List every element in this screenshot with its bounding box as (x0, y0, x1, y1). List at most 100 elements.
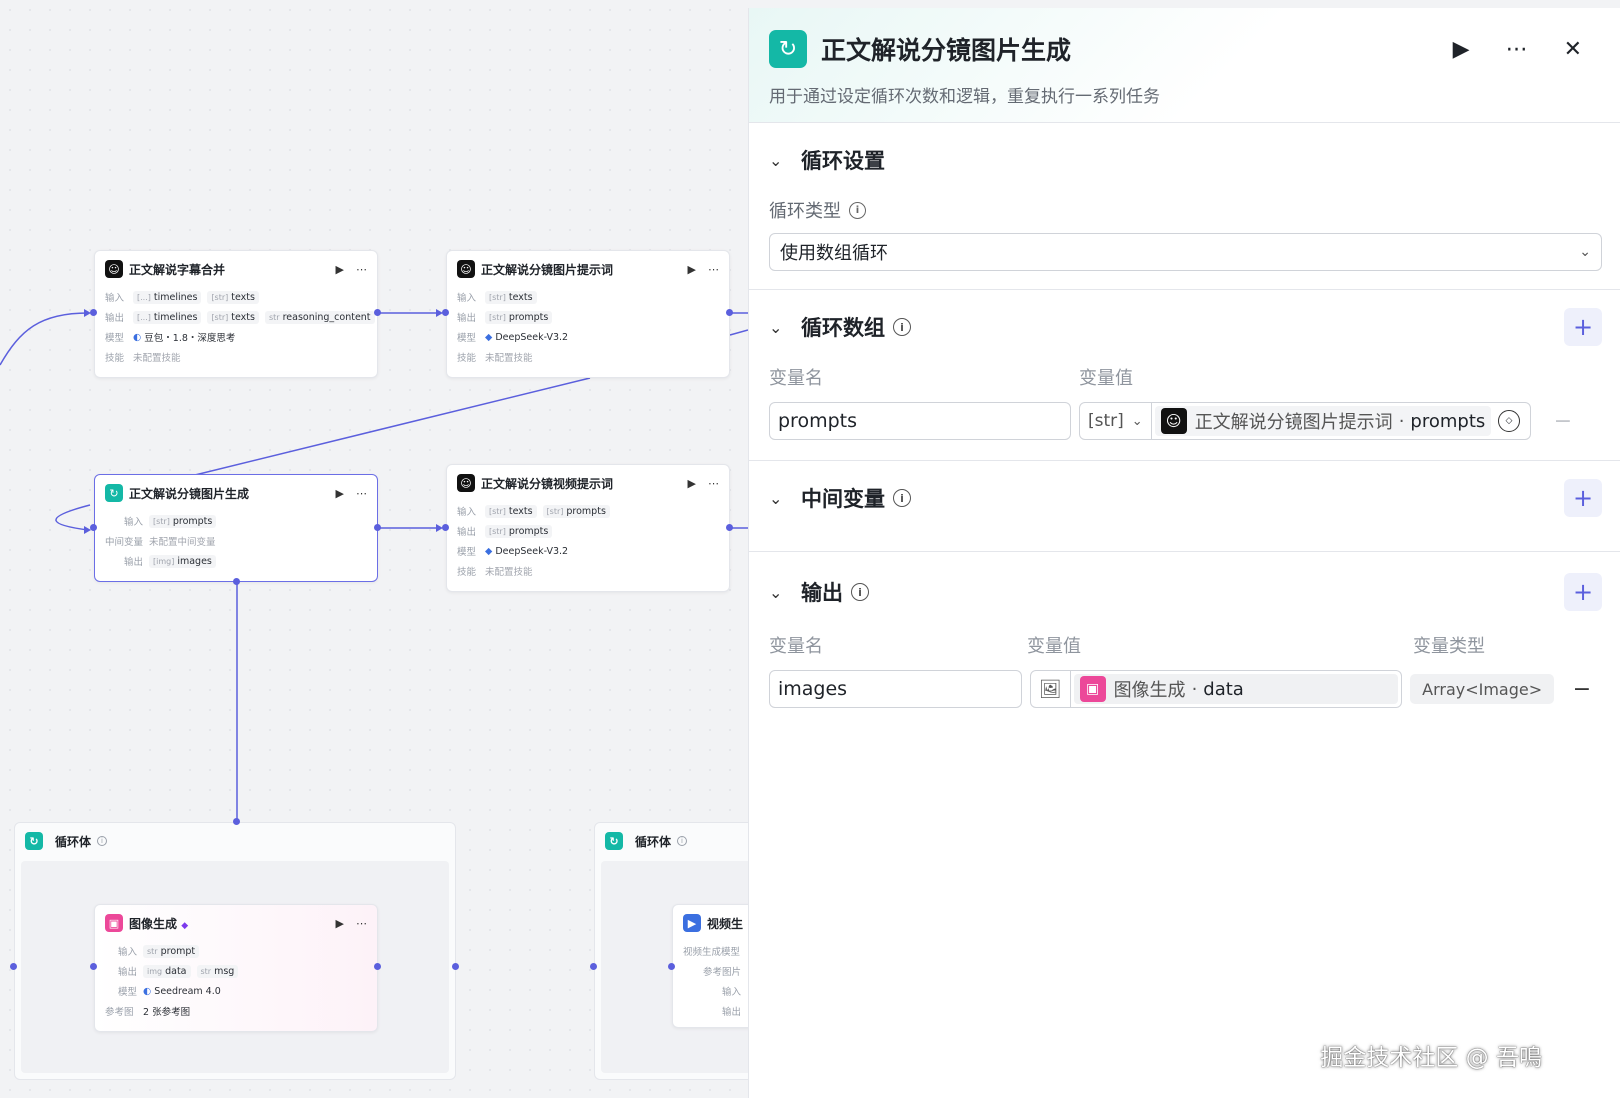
chevron-down-icon[interactable]: ⌄ (769, 583, 801, 602)
add-button[interactable]: + (1564, 479, 1602, 517)
panel-header: ↻ 正文解说分镜图片生成 ▶ ⋯ ✕ 用于通过设定循环次数和逻辑，重复执行一系列… (749, 8, 1620, 123)
output-row: images 🖼 ▣ 图像生成 · data Array<Image> − (769, 670, 1602, 708)
more-icon[interactable]: ⋯ (708, 477, 719, 490)
more-icon[interactable]: ⋯ (356, 487, 367, 500)
port-dot[interactable] (374, 963, 381, 970)
panel-title[interactable]: 正文解说分镜图片生成 (821, 31, 1453, 67)
remove-button[interactable]: − (1543, 409, 1583, 434)
run-icon[interactable]: ▶ (1453, 37, 1470, 62)
run-icon[interactable]: ▶ (688, 263, 696, 276)
more-icon[interactable]: ⋯ (356, 917, 367, 930)
loop-array-row: prompts [str] ⌄ ☺ 正文解说分镜图片提示词 · prompts … (769, 402, 1602, 440)
variable-type-badge: Array<Image> (1410, 674, 1555, 704)
port-dot[interactable] (726, 524, 733, 531)
more-icon[interactable]: ⋯ (708, 263, 719, 276)
run-icon[interactable]: ▶ (336, 487, 344, 500)
section-title[interactable]: 循环数组 (801, 312, 885, 342)
node-title: 正文解说分镜图片生成 (129, 486, 250, 501)
run-icon[interactable]: ▶ (336, 917, 344, 930)
port-dot[interactable] (726, 309, 733, 316)
port-dot[interactable] (668, 963, 675, 970)
node-output-row: 输出 img data str msg (95, 961, 377, 981)
node-image-gen[interactable]: ▣ 图像生成 ◆ ▶ ⋯ 输入 str prompt 输出 img data str… (94, 904, 378, 1032)
node-title: 正文解说字幕合并 (129, 262, 226, 277)
node-video-prompt[interactable]: ☺ 正文解说分镜视频提示词 ▶ ⋯ 输入 [str] texts [str] pro… (446, 464, 730, 592)
more-icon[interactable]: ⋯ (356, 263, 367, 276)
info-icon[interactable]: i (97, 836, 108, 846)
loop-icon: ↻ (105, 484, 123, 502)
port-dot[interactable] (374, 309, 381, 316)
workflow-canvas[interactable]: ☺ 正文解说字幕合并 ▶ ⋯ 输入 [...] timelines [str] te… (0, 0, 748, 1098)
watermark: 掘金技术社区 @ 吾鳴 (1320, 1045, 1542, 1071)
variable-name-input[interactable]: prompts (769, 402, 1071, 440)
node-input-row: 输入 [...] timelines [str] texts (95, 287, 377, 307)
chevron-down-icon[interactable]: ⌄ (769, 489, 801, 508)
section-title[interactable]: 循环设置 (801, 145, 885, 175)
port-dot[interactable] (233, 818, 240, 825)
section-title[interactable]: 中间变量 (801, 483, 885, 513)
info-icon[interactable]: i (893, 318, 911, 336)
column-headers: 变量名 变量值 变量类型 (769, 636, 1485, 657)
chevron-down-icon: ⌄ (1131, 413, 1143, 429)
node-image-gen-loop[interactable]: ↻ 正文解说分镜图片生成 ▶ ⋯ 输入 [str] prompts 中间变量 未配… (94, 474, 378, 582)
close-icon[interactable]: ✕ (1564, 37, 1582, 62)
run-icon[interactable]: ▶ (688, 477, 696, 490)
port-dot[interactable] (233, 578, 240, 585)
node-subtitle-merge[interactable]: ☺ 正文解说字幕合并 ▶ ⋯ 输入 [...] timelines [str] te… (94, 250, 378, 378)
variable-name-input[interactable]: images (769, 670, 1022, 708)
remove-button[interactable]: − (1562, 677, 1602, 702)
llm-icon: ☺ (1160, 408, 1187, 434)
loop-body-title: 循环体 (635, 834, 672, 849)
more-icon[interactable]: ⋯ (1506, 37, 1528, 62)
port-dot[interactable] (452, 963, 459, 970)
node-output-row: 输出 [str] prompts (447, 307, 729, 327)
node-video-gen[interactable]: ▶ 视频生 视频生成模型 参考图片 输入 输出 (672, 904, 748, 1028)
port-dot[interactable] (590, 963, 597, 970)
node-model-row: 模型 ◆ DeepSeek-V3.2 (457, 331, 569, 345)
type-select[interactable]: [str] ⌄ (1080, 403, 1152, 439)
loop-settings-section: ⌄ 循环设置 循环类型 i 使用数组循环 ⌄ (749, 123, 1620, 290)
port-dot[interactable] (90, 524, 97, 531)
variable-value-field[interactable]: [str] ⌄ ☺ 正文解说分镜图片提示词 · prompts ◇ (1079, 402, 1531, 440)
info-icon[interactable]: i (851, 583, 869, 601)
run-icon[interactable]: ▶ (336, 263, 344, 276)
port-dot[interactable] (90, 963, 97, 970)
loop-type-select[interactable]: 使用数组循环 ⌄ (769, 233, 1602, 271)
port-dot[interactable] (90, 309, 97, 316)
llm-icon: ☺ (105, 260, 123, 278)
add-button[interactable]: + (1564, 308, 1602, 346)
node-ref-row: 参考图 2 张参考图 (105, 1007, 191, 1018)
node-skill-row: 技能 未配置技能 (105, 353, 181, 364)
chevron-down-icon[interactable]: ⌄ (769, 318, 801, 337)
image-icon: ▣ (105, 914, 123, 932)
add-button[interactable]: + (1564, 573, 1602, 611)
variable-value-field[interactable]: 🖼 ▣ 图像生成 · data (1029, 670, 1403, 708)
variable-reference[interactable]: ▣ 图像生成 · data (1073, 674, 1399, 704)
node-title: 视频生 (707, 916, 744, 931)
llm-icon: ☺ (457, 474, 475, 492)
info-icon[interactable]: i (893, 489, 911, 507)
chevron-down-icon[interactable]: ⌄ (769, 151, 801, 170)
premium-icon: ◆ (181, 920, 189, 931)
panel-description[interactable]: 用于通过设定循环次数和逻辑，重复执行一系列任务 (769, 82, 1600, 107)
node-mid-row: 中间变量 未配置中间变量 (105, 537, 216, 548)
variable-picker-icon[interactable]: ◇ (1498, 410, 1520, 432)
variable-reference[interactable]: ☺ 正文解说分镜图片提示词 · prompts (1154, 406, 1491, 436)
node-skill-row: 技能 未配置技能 (457, 353, 533, 364)
image-icon: ▣ (1079, 676, 1106, 702)
port-dot[interactable] (442, 524, 449, 531)
node-input-row: 输入 [str] texts (447, 287, 729, 307)
port-dot[interactable] (10, 963, 17, 970)
chevron-down-icon: ⌄ (1579, 244, 1591, 260)
info-icon[interactable]: i (677, 836, 688, 846)
node-image-prompt[interactable]: ☺ 正文解说分镜图片提示词 ▶ ⋯ 输入 [str] texts 输出 [str]… (446, 250, 730, 378)
info-icon[interactable]: i (849, 201, 866, 219)
section-title[interactable]: 输出 (801, 577, 843, 607)
loop-array-section: ⌄ 循环数组 i + 变量名 变量值 prompts [str] ⌄ ☺ 正文解… (749, 290, 1620, 461)
deepseek-icon: ◆ (485, 545, 493, 557)
node-title: 正文解说分镜图片提示词 (481, 262, 614, 277)
image-type-icon[interactable]: 🖼 (1031, 671, 1071, 707)
node-output-row: 输出 [...] timelines [str] texts str reasonin… (95, 307, 377, 327)
port-dot[interactable] (374, 524, 381, 531)
port-dot[interactable] (442, 309, 449, 316)
